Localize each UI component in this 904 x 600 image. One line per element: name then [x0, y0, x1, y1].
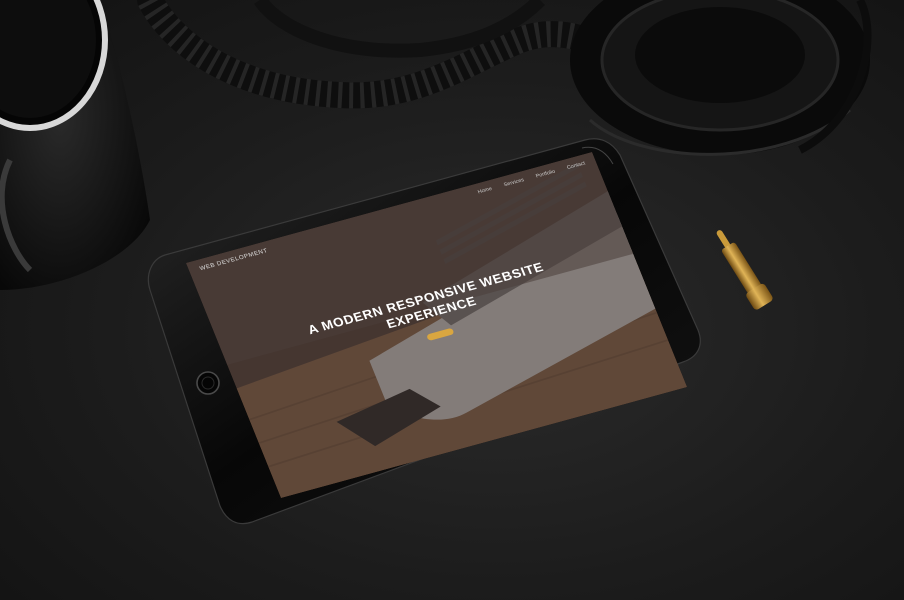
coffee-mug [0, 0, 150, 290]
tablet-home-button-icon[interactable] [196, 371, 220, 395]
audio-adapter-plug [716, 230, 773, 310]
hero-cta-button[interactable] [426, 327, 455, 342]
headphones [137, 0, 872, 156]
